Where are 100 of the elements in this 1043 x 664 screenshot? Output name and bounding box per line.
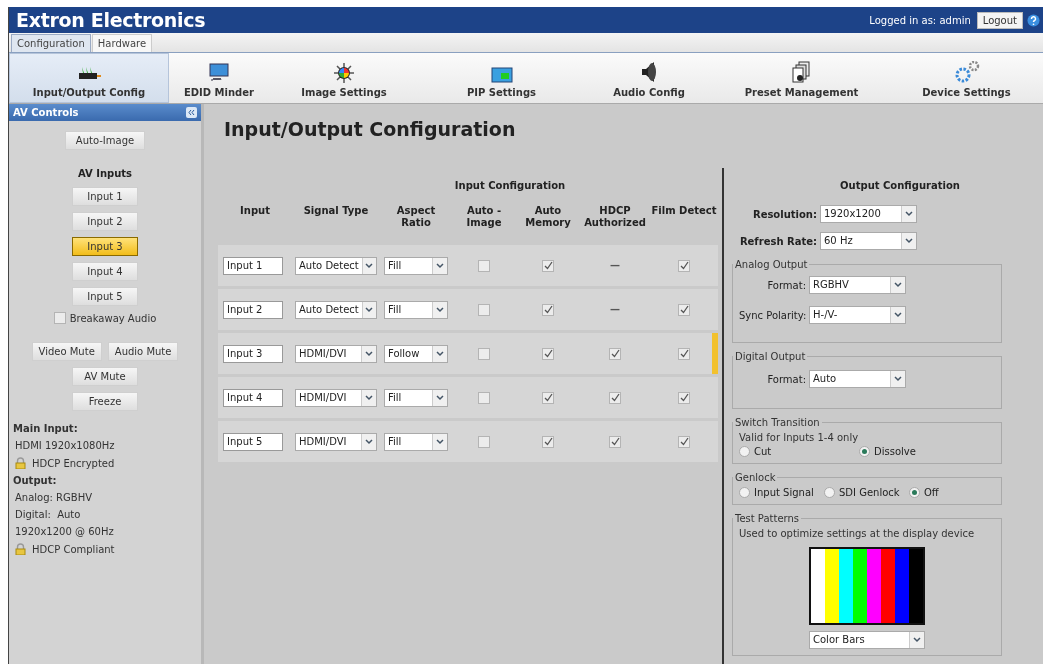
input-button[interactable]: Input 1: [72, 187, 138, 206]
checkbox[interactable]: [609, 347, 621, 360]
caret-icon: [890, 307, 905, 323]
radio-button[interactable]: [824, 487, 835, 498]
note-text: Valid for Inputs 1-4 only: [739, 432, 860, 443]
radio-label: SDI Genlock: [839, 487, 900, 498]
dropdown[interactable]: 1920x1200: [820, 205, 917, 223]
not-applicable-mark: —: [610, 260, 620, 271]
column-header: Auto - Image: [465, 205, 503, 229]
radio-button[interactable]: [859, 446, 870, 457]
caret-icon: [432, 301, 447, 318]
auto-image-button[interactable]: Auto-Image: [64, 131, 146, 150]
checkbox[interactable]: [478, 303, 490, 316]
tab[interactable]: Configuration: [11, 34, 91, 52]
signal-type-dropdown[interactable]: Auto Detect: [295, 300, 377, 319]
radio-label: Input Signal: [754, 487, 814, 498]
checkbox[interactable]: [609, 391, 621, 404]
checkbox[interactable]: [678, 391, 690, 404]
input-name-field[interactable]: Input 2: [223, 300, 283, 319]
input-name-field[interactable]: Input 5: [223, 432, 283, 451]
input-button[interactable]: Input 2: [72, 212, 138, 231]
freeze-button[interactable]: Freeze: [72, 392, 138, 411]
mute-button[interactable]: Audio Mute: [107, 342, 179, 361]
input-button[interactable]: Input 3: [72, 237, 138, 256]
tab[interactable]: Hardware: [91, 34, 153, 52]
checkbox[interactable]: [542, 259, 554, 272]
av-mute-button[interactable]: AV Mute: [72, 367, 138, 386]
field-label: Format:: [766, 373, 807, 385]
radio-button[interactable]: [909, 487, 920, 498]
signal-type-dropdown[interactable]: HDMI/DVI: [295, 432, 377, 451]
aspect-ratio-dropdown[interactable]: Fill: [384, 256, 448, 275]
caret-icon: [361, 389, 376, 406]
column-header: Input: [239, 205, 271, 217]
caret-icon: [361, 257, 376, 274]
radio-button[interactable]: [739, 446, 750, 457]
nav-tab[interactable]: Preset Management: [714, 53, 889, 103]
input-name-field[interactable]: Input 4: [223, 388, 283, 407]
caret-icon: [361, 433, 376, 450]
help-icon[interactable]: [1027, 13, 1040, 27]
checkbox[interactable]: [678, 347, 690, 360]
checkbox[interactable]: [609, 435, 621, 448]
checkbox[interactable]: [542, 435, 554, 448]
dropdown[interactable]: H-/V-: [809, 306, 906, 324]
field-label: Sync Polarity:: [739, 309, 808, 321]
column-header: Auto Memory: [524, 205, 572, 229]
checkbox[interactable]: [478, 259, 490, 272]
radio-button[interactable]: [739, 487, 750, 498]
checkbox[interactable]: [678, 303, 690, 316]
dropdown[interactable]: Auto: [809, 370, 906, 388]
checkbox[interactable]: [478, 391, 490, 404]
caret-icon: [361, 301, 376, 318]
signal-type-dropdown[interactable]: HDMI/DVI: [295, 344, 377, 363]
app-title: Extron Electronics: [16, 9, 206, 31]
signal-type-dropdown[interactable]: HDMI/DVI: [295, 388, 377, 407]
nav-tab[interactable]: Audio Config: [584, 53, 714, 103]
input-name-field[interactable]: Input 1: [223, 256, 283, 275]
checkbox[interactable]: [53, 312, 66, 324]
checkbox[interactable]: [478, 347, 490, 360]
status-text: HDMI 1920x1080Hz: [14, 440, 116, 451]
nav-tab[interactable]: Device Settings: [889, 53, 1043, 103]
nav-tab[interactable]: PIP Settings: [419, 53, 584, 103]
caret-icon: [901, 233, 916, 249]
aspect-ratio-dropdown[interactable]: Fill: [384, 300, 448, 319]
speaker-icon: [640, 59, 658, 83]
checkbox[interactable]: [478, 435, 490, 448]
collapse-icon[interactable]: [186, 107, 197, 118]
logout-button[interactable]: Logout: [976, 11, 1023, 29]
not-applicable-mark: —: [610, 304, 620, 315]
caret-icon: [432, 345, 447, 362]
column-header: Aspect Ratio: [395, 205, 437, 229]
caret-icon: [361, 345, 376, 362]
nav-tab[interactable]: Input/Output Config: [9, 53, 169, 103]
caret-icon: [432, 433, 447, 450]
checkbox[interactable]: [542, 391, 554, 404]
aspect-ratio-dropdown[interactable]: Fill: [384, 388, 448, 407]
checkbox[interactable]: [542, 303, 554, 316]
signal-type-dropdown[interactable]: Auto Detect: [295, 256, 377, 275]
caret-icon: [901, 206, 916, 222]
nav-tab[interactable]: Image Settings: [269, 53, 419, 103]
status-text: Analog: RGBHV: [14, 492, 94, 503]
section-title: Output Configuration: [839, 180, 961, 191]
aspect-ratio-dropdown[interactable]: Follow: [384, 344, 448, 363]
input-button[interactable]: Input 4: [72, 262, 138, 281]
dropdown[interactable]: 60 Hz: [820, 232, 917, 250]
checkbox[interactable]: [678, 435, 690, 448]
status-heading: Output:: [13, 475, 58, 486]
group-title: Test Patterns: [734, 513, 801, 524]
aspect-ratio-dropdown[interactable]: Fill: [384, 432, 448, 451]
test-pattern-dropdown[interactable]: Color Bars: [809, 631, 925, 649]
checkbox[interactable]: [542, 347, 554, 360]
group-title: Switch Transition: [734, 417, 821, 428]
mute-button[interactable]: Video Mute: [31, 342, 102, 361]
nav-tab[interactable]: EDID Minder: [169, 53, 269, 103]
checkbox[interactable]: [678, 259, 690, 272]
input-button[interactable]: Input 5: [72, 287, 138, 306]
status-heading: Main Input:: [13, 423, 79, 434]
dropdown[interactable]: RGBHV: [809, 276, 906, 294]
status-text: HDCP Encrypted: [32, 457, 115, 469]
field-label: Resolution:: [751, 208, 818, 220]
input-name-field[interactable]: Input 3: [223, 344, 283, 363]
